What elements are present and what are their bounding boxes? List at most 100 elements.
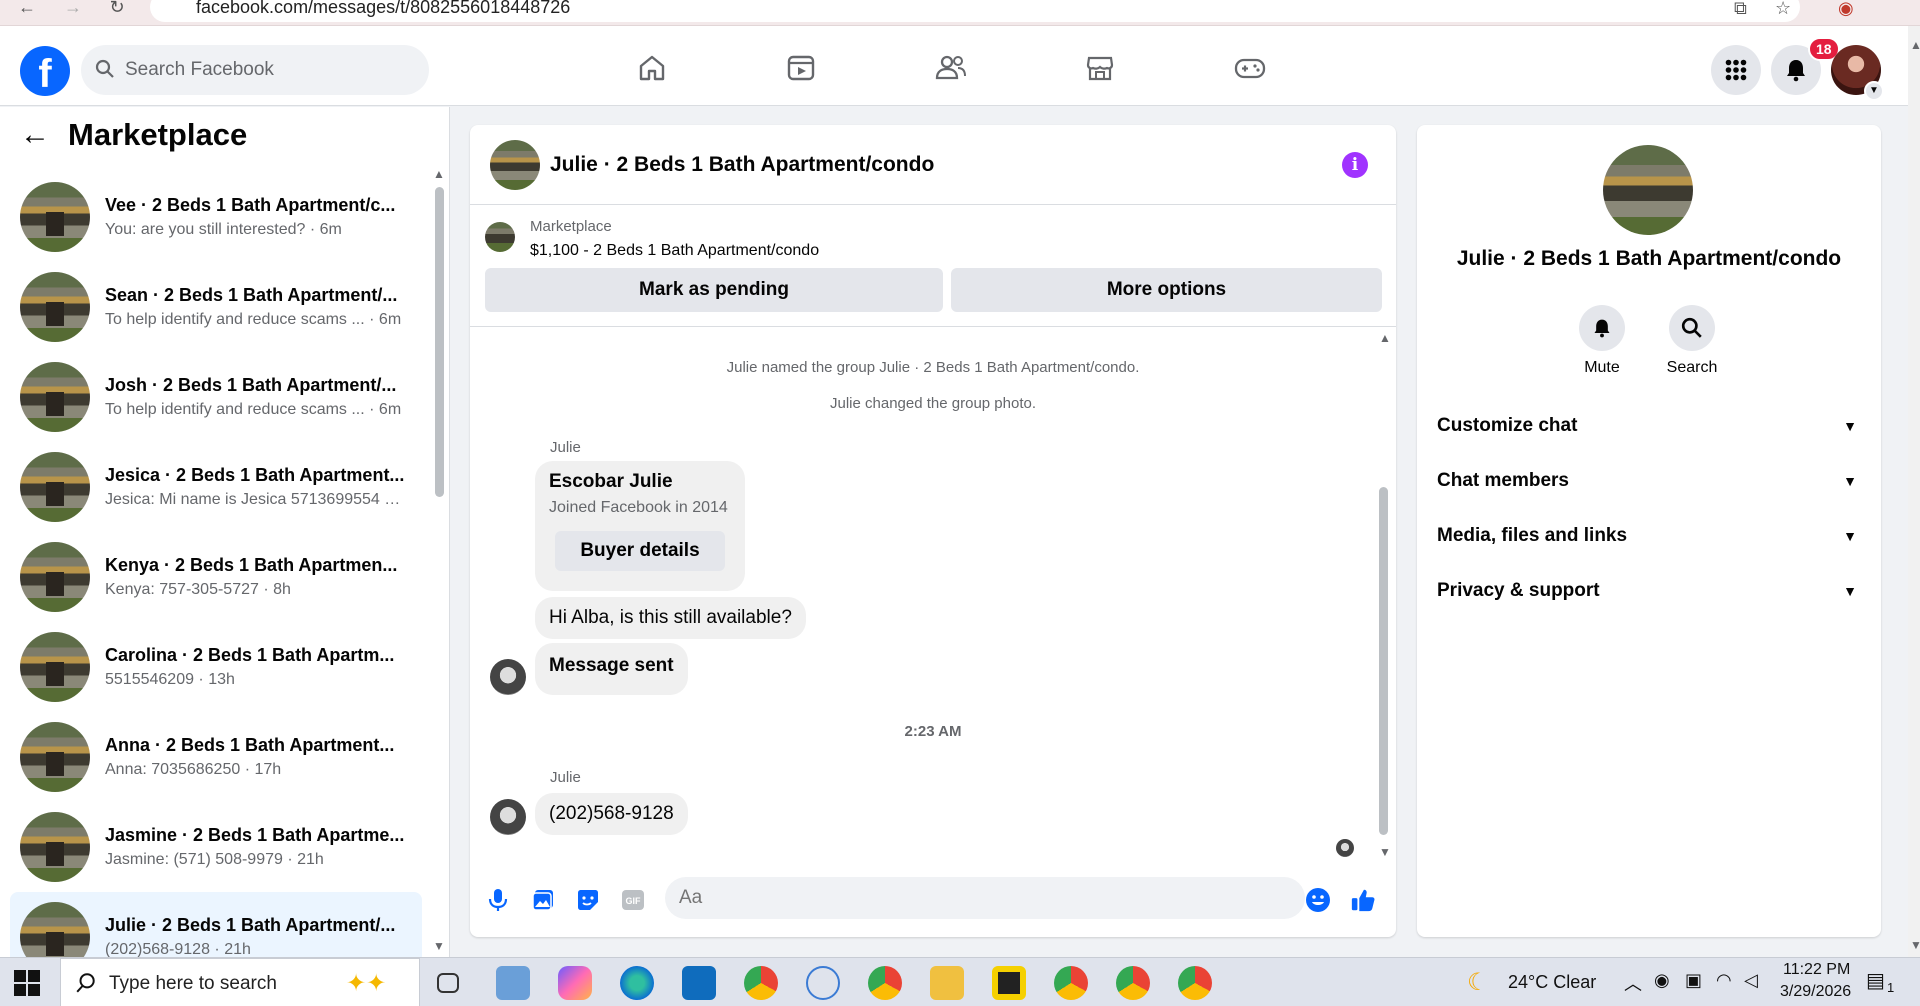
emoji-icon[interactable] <box>1305 887 1331 913</box>
copilot-icon[interactable] <box>558 966 592 1000</box>
search-input[interactable] <box>125 45 415 95</box>
reload-icon[interactable]: ↻ <box>106 0 128 20</box>
thumbs-up-icon[interactable] <box>1350 887 1376 913</box>
tray-record-icon[interactable]: ◉ <box>1654 970 1670 991</box>
listing-thumbnail[interactable] <box>485 222 515 252</box>
search-conversation-button[interactable]: Search <box>1652 305 1732 377</box>
scroll-down-arrow-icon[interactable]: ▼ <box>1910 938 1920 952</box>
message-bubble[interactable]: Hi Alba, is this still available? <box>535 597 806 639</box>
customize-chat-section[interactable]: Customize chat ▼ <box>1437 415 1857 437</box>
task-view-icon[interactable] <box>437 973 459 993</box>
chrome-icon[interactable] <box>744 966 778 1000</box>
buyer-card: Escobar Julie Joined Facebook in 2014 Bu… <box>535 461 745 591</box>
listing-thumbnail <box>20 452 90 522</box>
chat-scrollbar-thumb[interactable] <box>1379 487 1388 835</box>
conversation-item[interactable]: Carolina · 2 Beds 1 Bath Apartm... 551554… <box>10 622 422 712</box>
sticky-notes-icon[interactable] <box>992 966 1026 1000</box>
scroll-up-arrow-icon[interactable]: ▲ <box>1910 38 1920 52</box>
url-text[interactable]: facebook.com/messages/t/8082556018448726 <box>196 0 570 18</box>
video-icon[interactable] <box>781 48 821 88</box>
message-input[interactable] <box>665 877 1305 919</box>
privacy-support-section[interactable]: Privacy & support ▼ <box>1437 580 1857 602</box>
chat-title[interactable]: Julie · 2 Beds 1 Bath Apartment/condo <box>550 153 934 177</box>
facebook-logo[interactable]: f <box>20 46 70 96</box>
section-label: Privacy & support <box>1437 580 1600 601</box>
chat-avatar[interactable] <box>490 140 540 190</box>
edge-icon[interactable] <box>620 966 654 1000</box>
conversation-preview: 5515546209 · 13h <box>105 671 235 688</box>
info-icon[interactable]: i <box>1342 152 1368 178</box>
tray-device-icon[interactable]: ▣ <box>1685 970 1702 991</box>
chrome-profile-icon[interactable] <box>1054 966 1088 1000</box>
notification-center-count: 1 <box>1887 980 1895 995</box>
more-options-button[interactable]: More options <box>951 268 1382 312</box>
gaming-icon[interactable] <box>1230 48 1270 88</box>
chevron-down-icon: ▼ <box>1843 418 1857 434</box>
sidebar-scrollbar-thumb[interactable] <box>435 187 444 497</box>
chat-info-panel: Julie · 2 Beds 1 Bath Apartment/condo Mu… <box>1417 125 1881 937</box>
back-icon[interactable]: ← <box>16 0 38 20</box>
chrome-profile-icon[interactable] <box>1178 966 1212 1000</box>
listing-title[interactable]: $1,100 - 2 Beds 1 Bath Apartment/condo <box>530 242 819 260</box>
forward-icon[interactable]: → <box>62 0 84 20</box>
chat-header: Julie · 2 Beds 1 Bath Apartment/condo i <box>470 125 1396 205</box>
wifi-icon[interactable]: ◠ <box>1716 970 1732 991</box>
sidebar-header: ← Marketplace <box>20 117 247 153</box>
menu-grid-icon[interactable] <box>1711 45 1761 95</box>
conversation-item[interactable]: Anna · 2 Beds 1 Bath Apartment... Anna: 7… <box>10 712 422 802</box>
windows-taskbar: ✦✦ ☾ 24°C Clear ︿ ◉ ▣ ◠ ◁ 11:22 PM 3/29/… <box>0 957 1920 1006</box>
app-icon[interactable] <box>496 966 530 1000</box>
buyer-details-button[interactable]: Buyer details <box>555 531 725 571</box>
outlook-icon[interactable] <box>682 966 716 1000</box>
profile-icon[interactable]: ◉ <box>1838 0 1854 19</box>
volume-muted-icon[interactable]: ◁ <box>1744 970 1758 991</box>
page-scrollbar[interactable]: ▲ ▼ <box>1908 26 1920 957</box>
group-avatar[interactable] <box>1603 145 1693 235</box>
photo-icon[interactable] <box>530 887 556 913</box>
sticker-icon[interactable] <box>575 887 601 913</box>
conversation-item[interactable]: Jesica · 2 Beds 1 Bath Apartment... Jesic… <box>10 442 422 532</box>
chat-scroll-down-icon[interactable]: ▼ <box>1379 845 1391 859</box>
clock-time[interactable]: 11:22 PM <box>1783 961 1850 979</box>
clock-date[interactable]: 3/29/2026 <box>1780 983 1851 1001</box>
bookmark-star-icon[interactable]: ☆ <box>1775 0 1791 19</box>
tray-chevron-up-icon[interactable]: ︿ <box>1624 970 1642 996</box>
account-chevron-icon[interactable]: ▼ <box>1864 81 1884 101</box>
conversation-item[interactable]: Kenya · 2 Beds 1 Bath Apartmen... Kenya: … <box>10 532 422 622</box>
conversation-item[interactable]: Sean · 2 Beds 1 Bath Apartment/... To hel… <box>10 262 422 352</box>
system-message: Julie named the group Julie · 2 Beds 1 B… <box>726 359 1140 376</box>
message-bubble[interactable]: (202)568-9128 <box>535 793 688 835</box>
mark-as-pending-button[interactable]: Mark as pending <box>485 268 943 312</box>
svg-text:GIF: GIF <box>626 896 642 906</box>
sender-avatar[interactable] <box>490 659 526 695</box>
marketplace-icon[interactable] <box>1080 48 1120 88</box>
back-arrow-icon[interactable]: ← <box>20 118 50 152</box>
message-bubble[interactable]: Message sent <box>535 643 688 695</box>
sidebar-scroll-up-icon[interactable]: ▲ <box>433 167 445 181</box>
chrome-profile-icon[interactable] <box>868 966 902 1000</box>
bell-icon <box>1579 305 1625 351</box>
facebook-search[interactable] <box>81 45 429 95</box>
taskbar-search[interactable]: ✦✦ <box>60 958 420 1006</box>
conversation-item[interactable]: Jasmine · 2 Beds 1 Bath Apartme... Jasmin… <box>10 802 422 892</box>
chat-scroll-up-icon[interactable]: ▲ <box>1379 331 1391 345</box>
chrome-profile-icon[interactable] <box>1116 966 1150 1000</box>
sidebar-scroll-down-icon[interactable]: ▼ <box>433 939 445 953</box>
gif-icon[interactable]: GIF <box>620 887 646 913</box>
media-files-links-section[interactable]: Media, files and links ▼ <box>1437 525 1857 547</box>
conversation-item[interactable]: Josh · 2 Beds 1 Bath Apartment/... To hel… <box>10 352 422 442</box>
friends-icon[interactable] <box>931 48 971 88</box>
home-icon[interactable] <box>632 48 672 88</box>
snipping-tool-icon[interactable] <box>806 966 840 1000</box>
install-app-icon[interactable]: ⧉ <box>1734 0 1747 19</box>
chat-members-section[interactable]: Chat members ▼ <box>1437 470 1857 492</box>
microphone-icon[interactable] <box>485 887 511 913</box>
weather-text[interactable]: 24°C Clear <box>1508 972 1596 993</box>
windows-start-icon[interactable] <box>14 970 40 1001</box>
notification-center-icon[interactable]: ▤ <box>1866 968 1885 993</box>
file-explorer-icon[interactable] <box>930 966 964 1000</box>
conversation-item[interactable]: Vee · 2 Beds 1 Bath Apartment/c... You: a… <box>10 172 422 262</box>
sender-avatar[interactable] <box>490 799 526 835</box>
mute-button[interactable]: Mute <box>1562 305 1642 377</box>
taskbar-search-input[interactable] <box>109 971 329 997</box>
